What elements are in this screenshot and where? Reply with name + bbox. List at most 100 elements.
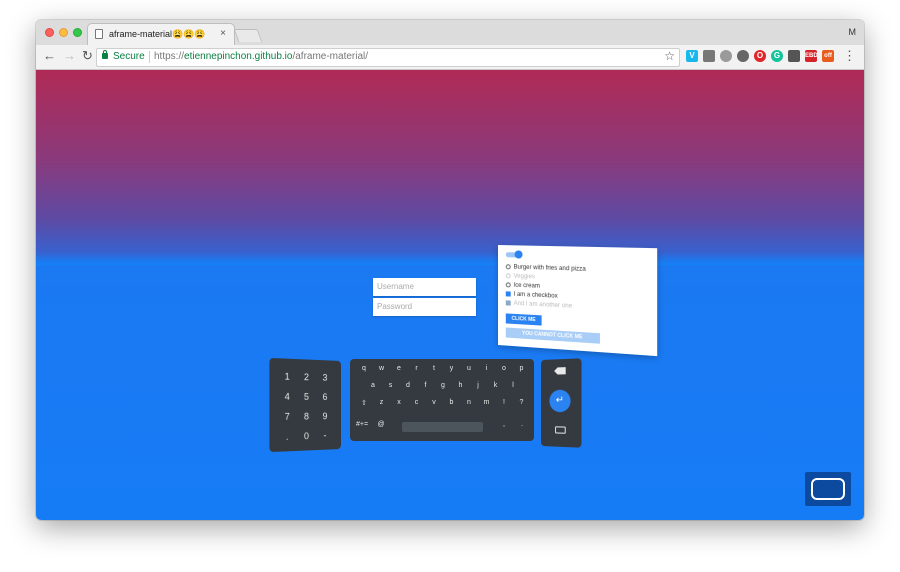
keyboard-dismiss-icon[interactable] (555, 426, 566, 434)
radio-option-burger[interactable]: Burger with fries and pizza (505, 264, 586, 273)
key-r[interactable]: r (411, 365, 423, 372)
username-input[interactable]: Username (373, 278, 476, 296)
cast-icon[interactable] (703, 50, 715, 62)
key-2[interactable]: 2 (299, 372, 313, 383)
grammarly-icon[interactable]: G (771, 50, 783, 62)
url-text[interactable]: https://etiennepinchon.github.io/aframe-… (154, 51, 368, 62)
key-b[interactable]: b (446, 399, 458, 406)
key-m[interactable]: m (481, 399, 493, 406)
key-j[interactable]: j (472, 382, 484, 389)
tab-bar: aframe-material😩😩😩 × M (36, 20, 864, 45)
key-d[interactable]: d (402, 382, 414, 389)
key-v[interactable]: v (428, 399, 440, 406)
address-bar[interactable]: Secure https://etiennepinchon.github.io/… (96, 48, 680, 67)
window-minimize-button[interactable] (59, 28, 68, 37)
form-panel: Burger with fries and pizza Veggies Ice … (498, 245, 658, 357)
new-tab-button[interactable] (233, 29, 263, 42)
keyboard: q w e r t y u i o p a s d f g h j k l ⇧ z x c v b n m!? #+= @,. (350, 359, 534, 441)
key-5[interactable]: 5 (299, 391, 313, 402)
enter-vr-button[interactable] (805, 472, 851, 506)
key-n[interactable]: n (463, 399, 475, 406)
key-f[interactable]: f (420, 382, 432, 389)
key-3[interactable]: 3 (318, 372, 331, 383)
key-x[interactable]: x (393, 399, 405, 406)
key-u[interactable]: u (463, 365, 475, 372)
extension-ebd-icon[interactable]: EBD (805, 50, 818, 62)
key-0[interactable]: 0 (299, 431, 313, 442)
key-6[interactable]: 6 (318, 392, 331, 402)
settings-extension-icon[interactable] (737, 50, 749, 62)
divider (149, 51, 150, 63)
key-p[interactable]: p (516, 365, 528, 372)
key-9[interactable]: 9 (318, 411, 331, 421)
key-period[interactable]: . (516, 421, 528, 428)
key-q[interactable]: q (358, 365, 370, 372)
key-s[interactable]: s (385, 382, 397, 389)
radio-icon (505, 273, 511, 279)
key-dot[interactable]: . (280, 431, 294, 442)
window-close-button[interactable] (45, 28, 54, 37)
toolbar: ← → ↻ Secure https://etiennepinchon.gith… (36, 45, 864, 70)
key-c[interactable]: c (411, 399, 423, 406)
key-h[interactable]: h (455, 382, 467, 389)
key-7[interactable]: 7 (280, 411, 294, 422)
backspace-icon[interactable] (554, 367, 566, 375)
tab-title: aframe-material😩😩😩 (109, 29, 206, 39)
key-z[interactable]: z (376, 399, 388, 406)
radio-option-ice-cream[interactable]: Ice cream (505, 282, 540, 290)
password-input[interactable]: Password (373, 298, 476, 316)
switch-knob (514, 250, 523, 259)
numpad: 1 2 3 4 5 6 7 8 9 . 0 - (269, 357, 341, 453)
radio-icon (505, 282, 511, 288)
browser-menu-icon[interactable]: ⋮ (843, 48, 856, 64)
page-icon (95, 29, 103, 39)
back-button[interactable]: ← (43, 49, 56, 63)
checkbox-checked-icon (505, 291, 511, 297)
profile-button[interactable]: M (849, 27, 857, 37)
radio-icon (505, 264, 511, 270)
key-i[interactable]: i (481, 365, 493, 372)
browser-window: aframe-material😩😩😩 × M ← → ↻ Secure http… (36, 20, 864, 520)
vr-headset-icon (811, 478, 845, 500)
tab-aframe-material[interactable]: aframe-material😩😩😩 × (88, 24, 234, 45)
switch-toggle[interactable] (505, 250, 523, 259)
key-minus[interactable]: - (318, 430, 331, 441)
key-e[interactable]: e (393, 365, 405, 372)
key-w[interactable]: w (376, 365, 388, 372)
reload-button[interactable]: ↻ (82, 49, 93, 63)
key-question[interactable]: ? (516, 399, 528, 406)
key-o[interactable]: o (498, 365, 510, 372)
window-maximize-button[interactable] (73, 28, 82, 37)
key-comma[interactable]: , (498, 421, 510, 428)
extension-gift-icon[interactable]: off (822, 50, 834, 62)
enter-button[interactable]: ↵ (549, 389, 571, 413)
checkbox-option-disabled: And I am another one (505, 300, 572, 310)
secure-label: Secure (113, 51, 145, 62)
key-y[interactable]: y (446, 365, 458, 372)
key-at[interactable]: @ (375, 421, 387, 428)
key-k[interactable]: k (490, 382, 502, 389)
keyboard-side-pad: ↵ (541, 358, 582, 448)
key-l[interactable]: l (507, 382, 519, 389)
space-key[interactable] (402, 422, 483, 432)
key-exclamation[interactable]: ! (498, 399, 510, 406)
extension-badge-icon[interactable] (788, 50, 800, 62)
key-g[interactable]: g (437, 382, 449, 389)
key-shift[interactable]: ⇧ (358, 399, 370, 407)
bookmark-star-icon[interactable]: ☆ (664, 49, 675, 63)
vimeo-icon[interactable]: V (686, 50, 698, 62)
key-t[interactable]: t (428, 365, 440, 372)
opera-icon[interactable]: O (754, 50, 766, 62)
cloud-icon[interactable] (720, 50, 732, 62)
tab-close-icon[interactable]: × (220, 28, 226, 39)
key-4[interactable]: 4 (280, 391, 294, 402)
vr-scene[interactable]: Username Password Burger with fries and … (36, 70, 864, 520)
radio-option-veggies: Veggies (505, 273, 535, 280)
key-8[interactable]: 8 (299, 411, 313, 422)
key-1[interactable]: 1 (280, 371, 294, 382)
key-a[interactable]: a (367, 382, 379, 389)
key-symbols[interactable]: #+= (356, 421, 368, 428)
click-me-button[interactable]: CLICK ME (505, 313, 542, 326)
checkbox-option[interactable]: I am a checkbox (505, 291, 558, 300)
forward-button[interactable]: → (63, 49, 76, 63)
